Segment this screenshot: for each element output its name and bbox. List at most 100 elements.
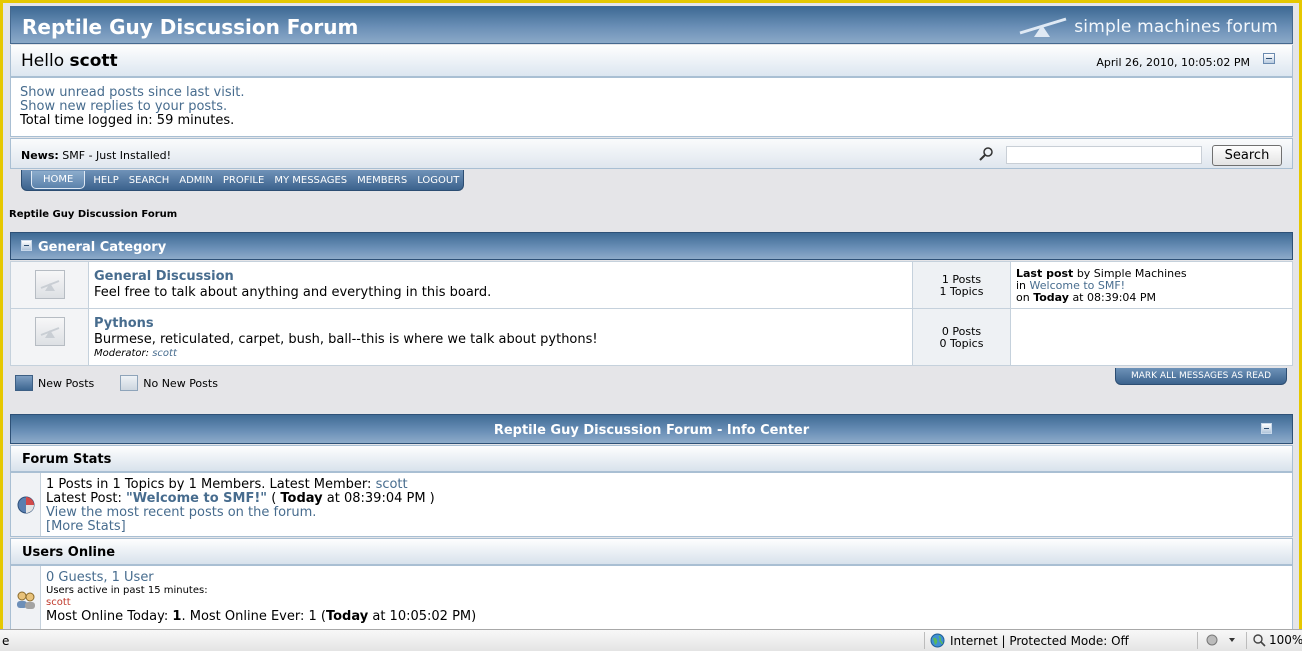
globe-icon — [930, 633, 945, 648]
users-icon[interactable] — [15, 590, 37, 610]
category-title[interactable]: General Category — [38, 240, 166, 255]
legend-no-new-posts-label: No New Posts — [143, 376, 218, 390]
latest-post-link[interactable]: "Welcome to SMF!" — [126, 491, 267, 506]
security-zone[interactable]: Internet | Protected Mode: Off — [930, 633, 1129, 648]
no-new-posts-icon[interactable] — [34, 270, 65, 299]
greeting-prefix: Hello — [21, 51, 65, 71]
latest-post-open: ( — [271, 491, 277, 506]
search-input[interactable] — [1006, 146, 1202, 164]
board-name-pythons[interactable]: Pythons — [94, 316, 907, 331]
new-replies-link[interactable]: Show new replies to your posts. — [20, 99, 227, 114]
more-stats-link[interactable]: [More Stats] — [46, 519, 126, 534]
last-post-day: Today — [1033, 291, 1069, 304]
board-info: General Discussion Feel free to talk abo… — [88, 261, 913, 309]
board-info: Pythons Burmese, reticulated, carpet, bu… — [88, 308, 913, 366]
no-new-posts-icon[interactable] — [34, 317, 65, 346]
moderator-link[interactable]: scott — [152, 348, 177, 359]
zoom-control[interactable]: 100% — [1253, 633, 1302, 647]
collapse-info-center-icon[interactable] — [1261, 423, 1272, 434]
board-last-post — [1010, 308, 1293, 366]
forum-stats-body: 1 Posts in 1 Topics by 1 Members. Latest… — [46, 478, 435, 534]
board-topics: 0 Topics — [939, 337, 984, 350]
info-center-header: Reptile Guy Discussion Forum - Info Cent… — [10, 414, 1293, 444]
board-list: General Discussion Feel free to talk abo… — [10, 261, 1293, 366]
news-label: News: — [21, 149, 59, 162]
user-info-panel: Show unread posts since last visit. Show… — [10, 77, 1293, 137]
board-stats: 0 Posts 0 Topics — [912, 308, 1011, 366]
users-online-heading: Users Online — [10, 538, 1293, 565]
latest-post-label: Latest Post: — [46, 491, 122, 506]
users-icon-cell — [11, 566, 41, 629]
forum-stats-heading: Forum Stats — [10, 445, 1293, 472]
collapse-category-icon[interactable] — [21, 240, 32, 251]
current-date: April 26, 2010, 10:05:02 PM — [1096, 56, 1250, 69]
category-header: General Category — [10, 232, 1293, 260]
most-online-day: Today — [325, 609, 369, 624]
menu-profile[interactable]: PROFILE — [223, 175, 264, 186]
menu-logout[interactable]: LOGOUT — [417, 175, 459, 186]
board-icon-cell — [10, 261, 89, 309]
no-new-posts-legend-icon — [120, 375, 139, 391]
stats-summary: 1 Posts in 1 Topics by 1 Members. Latest… — [46, 477, 372, 492]
board-row: Pythons Burmese, reticulated, carpet, bu… — [10, 308, 1293, 366]
zoom-level: 100% — [1269, 633, 1302, 647]
legend-new-posts: New Posts — [15, 375, 94, 391]
board-stats: 1 Posts 1 Topics — [912, 261, 1011, 309]
pie-chart-icon[interactable] — [16, 495, 36, 515]
main-menu: HOME HELP SEARCH ADMIN PROFILE MY MESSAG… — [21, 170, 464, 191]
hello-bar: Hello scott April 26, 2010, 10:05:02 PM — [10, 45, 1293, 77]
board-topics: 1 Topics — [939, 285, 984, 298]
users-online-body: 0 Guests, 1 User Users active in past 15… — [46, 571, 476, 624]
latest-member-link[interactable]: scott — [376, 477, 408, 492]
collapse-header-icon[interactable] — [1263, 53, 1275, 64]
browser-status-bar: e Internet | Protected Mode: Off 100% — [0, 629, 1302, 651]
forum-header: Reptile Guy Discussion Forum simple mach… — [10, 6, 1293, 44]
most-online-time: at 10:05:02 PM) — [372, 609, 477, 624]
menu-members[interactable]: MEMBERS — [357, 175, 407, 186]
menu-help[interactable]: HELP — [93, 175, 118, 186]
new-posts-icon — [15, 375, 33, 391]
news-text: SMF - Just Installed! — [62, 149, 172, 162]
latest-post-day: Today — [280, 491, 323, 506]
search-icon — [979, 147, 993, 161]
status-separator — [1246, 632, 1247, 649]
tools-dropdown-icon[interactable] — [1205, 633, 1237, 647]
greeting-username: scott — [69, 51, 118, 71]
users-online-row: 0 Guests, 1 User Users active in past 15… — [10, 565, 1293, 629]
unread-posts-link[interactable]: Show unread posts since last visit. — [20, 85, 244, 100]
legend-no-new-posts: No New Posts — [120, 375, 218, 391]
forum-title[interactable]: Reptile Guy Discussion Forum — [22, 15, 358, 39]
search-button[interactable]: Search — [1212, 145, 1282, 166]
menu-admin[interactable]: ADMIN — [179, 175, 213, 186]
board-row: General Discussion Feel free to talk abo… — [10, 261, 1293, 309]
smf-logo-icon — [1019, 17, 1067, 37]
board-moderator: Moderator: scott — [94, 348, 907, 359]
menu-my-messages[interactable]: MY MESSAGES — [274, 175, 347, 186]
last-post-on: on — [1016, 291, 1030, 304]
status-separator — [1197, 632, 1198, 649]
breadcrumb[interactable]: Reptile Guy Discussion Forum — [9, 209, 177, 220]
legend-new-posts-label: New Posts — [38, 376, 95, 390]
active-user-link[interactable]: scott — [46, 597, 71, 608]
stats-icon-cell — [11, 473, 41, 536]
guests-users-link[interactable]: 0 Guests, 1 User — [46, 570, 154, 585]
menu-home[interactable]: HOME — [31, 171, 86, 189]
mark-all-read-button[interactable]: MARK ALL MESSAGES AS READ — [1115, 368, 1287, 385]
board-legend: New Posts No New Posts — [15, 375, 244, 391]
board-name-general-discussion[interactable]: General Discussion — [94, 269, 907, 284]
smf-logo-text: simple machines forum — [1074, 17, 1278, 37]
active-users-label: Users active in past 15 minutes: — [46, 585, 208, 596]
info-center-title: Reptile Guy Discussion Forum - Info Cent… — [493, 423, 810, 438]
last-post-time: at 08:39:04 PM — [1072, 291, 1157, 304]
most-online-label: Most Online Today: — [46, 609, 169, 624]
browser-page: Reptile Guy Discussion Forum simple mach… — [3, 3, 1299, 629]
smf-logo[interactable]: simple machines forum — [1018, 15, 1278, 39]
moderator-label: Moderator: — [94, 348, 150, 359]
recent-posts-link[interactable]: View the most recent posts on the forum. — [46, 505, 316, 520]
board-description: Feel free to talk about anything and eve… — [94, 285, 492, 300]
security-zone-label: Internet | Protected Mode: Off — [950, 633, 1129, 648]
most-online: Most Online Today: 1. Most Online Ever: … — [46, 610, 476, 624]
menu-search[interactable]: SEARCH — [129, 175, 169, 186]
board-last-post: Last post by Simple Machines in Welcome … — [1010, 261, 1293, 309]
status-text: e — [2, 634, 10, 648]
